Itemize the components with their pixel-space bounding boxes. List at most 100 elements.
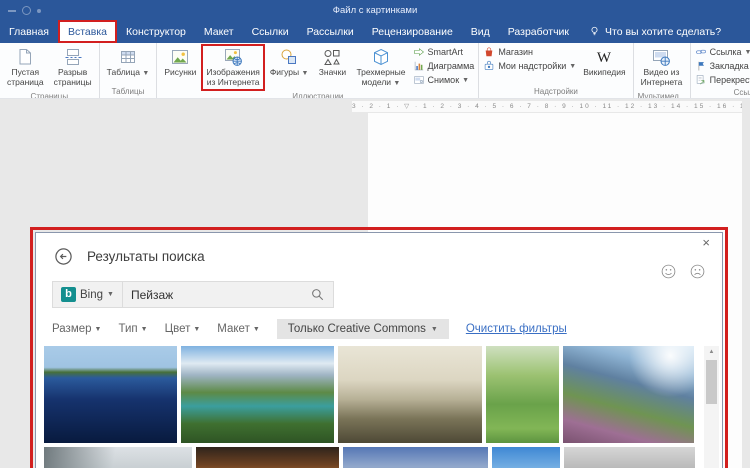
ribbon-button-bookmark[interactable]: Закладка [693,59,750,73]
tell-me-label: Что вы хотите сделать? [605,25,722,38]
ribbon-group-label: Мультимед... [637,91,686,98]
blank-page-icon [15,47,35,67]
ribbon-button-label: Видео из Интернета [640,67,683,87]
tab-home[interactable]: Главная [0,20,58,43]
ribbon-group-label: Страницы [30,91,69,98]
ribbon-tabs: Главная Вставка Конструктор Макет Ссылки Расс… [0,20,750,43]
tab-design[interactable]: Конструктор [117,20,195,43]
tab-layout[interactable]: Макет [195,20,243,43]
ribbon-button-pictures[interactable]: Рисунки [159,44,201,81]
crossref-icon [695,74,707,86]
ribbon-button-label: Диаграмма [427,61,475,71]
link-icon [695,46,707,58]
tab-mailings[interactable]: Рассылки [298,20,363,43]
image-result-blue-lake-reflection[interactable] [44,346,177,443]
ribbon-button-label: Пустая страница [7,67,44,87]
ribbon-group-Мультимед...: Видео из Интернета Мультимед... [634,43,691,98]
chevron-down-icon: ▼ [94,325,102,333]
search-bar: b Bing ▼ [52,281,334,308]
ribbon-button-label: Снимок [427,75,460,85]
shapes-icon [279,47,299,67]
chart-icon [413,60,425,72]
ribbon-button-page-break[interactable]: Разрыв страницы [49,44,97,91]
ribbon-button-label: Таблица ▼ [106,67,150,77]
ribbon-button-screenshot[interactable]: Снимок ▼ [411,73,477,87]
image-result-green-meadow-birch[interactable] [486,346,559,443]
ribbon-button-addins[interactable]: Мои надстройки ▼ [481,59,578,73]
image-result-gray-misty-shore[interactable] [564,447,695,468]
chevron-down-icon: ▼ [107,291,114,298]
smiley-happy-icon[interactable] [660,263,677,280]
search-provider-dropdown[interactable]: b Bing ▼ [53,282,123,307]
tab-insert[interactable]: Вставка [57,20,117,43]
ribbon-button-store[interactable]: Магазин [481,45,578,59]
ribbon-button-label: Трехмерные модели ▼ [356,67,406,87]
image-result-country-house-lawn[interactable] [492,447,560,468]
svg-text:W: W [597,50,612,66]
scroll-up-icon[interactable]: ▲ [704,346,719,359]
tell-me-box[interactable]: Что вы хотите сделать? [578,20,731,43]
tab-references[interactable]: Ссылки [243,20,298,43]
ribbon-group-Иллюстрации: Рисунки Изображения из Интернета Фигуры ▼ З… [157,43,480,98]
ribbon-button-shapes[interactable]: Фигуры ▼ [265,44,314,81]
filter-dropdown-Размер[interactable]: Размер ▼ [52,323,101,335]
lightbulb-icon [588,25,601,38]
ribbon-button-smartart[interactable]: SmartArt [411,45,477,59]
chevron-down-icon: ▼ [140,325,148,333]
ribbon-group-Таблицы: Таблица ▼ Таблицы [100,43,158,98]
filter-dropdown-Тип[interactable]: Тип ▼ [118,323,147,335]
ribbon-button-label: Фигуры ▼ [269,67,309,77]
ribbon: Пустая страница Разрыв страницы Страницы Та… [0,43,750,99]
ribbon-button-crossref[interactable]: Перекрестная ссылка [693,73,750,87]
ribbon-button-chart[interactable]: Диаграмма [411,59,477,73]
tab-developer[interactable]: Разработчик [499,20,578,43]
chevron-down-icon: ▼ [430,325,438,333]
filter-dropdown-Макет[interactable]: Макет ▼ [217,323,259,335]
back-arrow-icon[interactable] [54,247,73,266]
ribbon-group-label: Ссылки [733,88,750,97]
image-result-misty-lake-forest[interactable] [44,447,192,468]
ribbon-button-online-video[interactable]: Видео из Интернета [636,44,688,91]
ribbon-button-table[interactable]: Таблица ▼ [102,44,155,81]
table-icon [118,47,138,67]
ribbon-button-online-pictures[interactable]: Изображения из Интернета [201,44,265,91]
ribbon-group-Страницы: Пустая страница Разрыв страницы Страницы [0,43,100,98]
ribbon-button-label: Изображения из Интернета [206,67,260,87]
ribbon-group-label: Иллюстрации [292,91,344,98]
bookmark-icon [695,60,707,72]
image-result-mountain-lake-pines[interactable] [343,447,488,468]
dialog-title: Результаты поиска [87,249,205,264]
tab-review[interactable]: Рецензирование [363,20,462,43]
close-icon[interactable]: × [698,235,714,251]
tab-view[interactable]: Вид [462,20,499,43]
clear-filters-link[interactable]: Очистить фильтры [466,323,567,335]
ribbon-button-label: Рисунки [164,67,197,77]
online-pictures-icon [223,47,243,67]
ribbon-group-label: Таблицы [111,87,145,96]
ribbon-group-Надстройки: Магазин Мои надстройки ▼ W Википедия Надстрой… [479,43,634,98]
filter-dropdown-Цвет[interactable]: Цвет ▼ [165,323,201,335]
filter-bar: Размер ▼ Тип ▼ Цвет ▼ Макет ▼ Только Creativ… [52,319,567,339]
ribbon-button-icons[interactable]: Значки [313,44,351,81]
ribbon-group-Ссылки: Ссылка▼ Закладка Перекрестная ссылка Ссылки [691,43,750,98]
image-result-storm-sunset-clouds[interactable] [196,447,339,468]
ribbon-button-wikipedia[interactable]: W Википедия [578,44,630,81]
ruler-strip: 3 · 2 · 1 · ▽ · 1 · 2 · 3 · 4 · 5 · 6 · … [0,100,750,113]
image-result-alpine-wildflowers-sun[interactable] [563,346,694,443]
image-results-grid [44,346,695,468]
search-input[interactable] [122,287,310,302]
ribbon-button-blank-page[interactable]: Пустая страница [2,44,49,91]
search-icon[interactable] [310,287,325,302]
creative-commons-filter-button[interactable]: Только Creative Commons ▼ [276,319,449,339]
addins-icon [483,60,495,72]
image-result-fantasy-mountain-valley[interactable] [181,346,334,443]
annotation-box-dialog: × Результаты поиска b Bing ▼ Пейзаж Разм… [30,227,728,468]
ribbon-button-label: Разрыв страницы [53,67,92,87]
ribbon-button-link[interactable]: Ссылка▼ [693,45,750,59]
ribbon-button-models-3d[interactable]: Трехмерные модели ▼ [351,44,410,91]
results-scrollbar[interactable]: ▲ ▼ [704,346,719,468]
ribbon-button-label: Магазин [498,47,534,57]
image-result-classic-landscape-painting[interactable] [338,346,482,443]
scrollbar-thumb[interactable] [706,360,717,404]
smiley-sad-icon[interactable] [689,263,706,280]
